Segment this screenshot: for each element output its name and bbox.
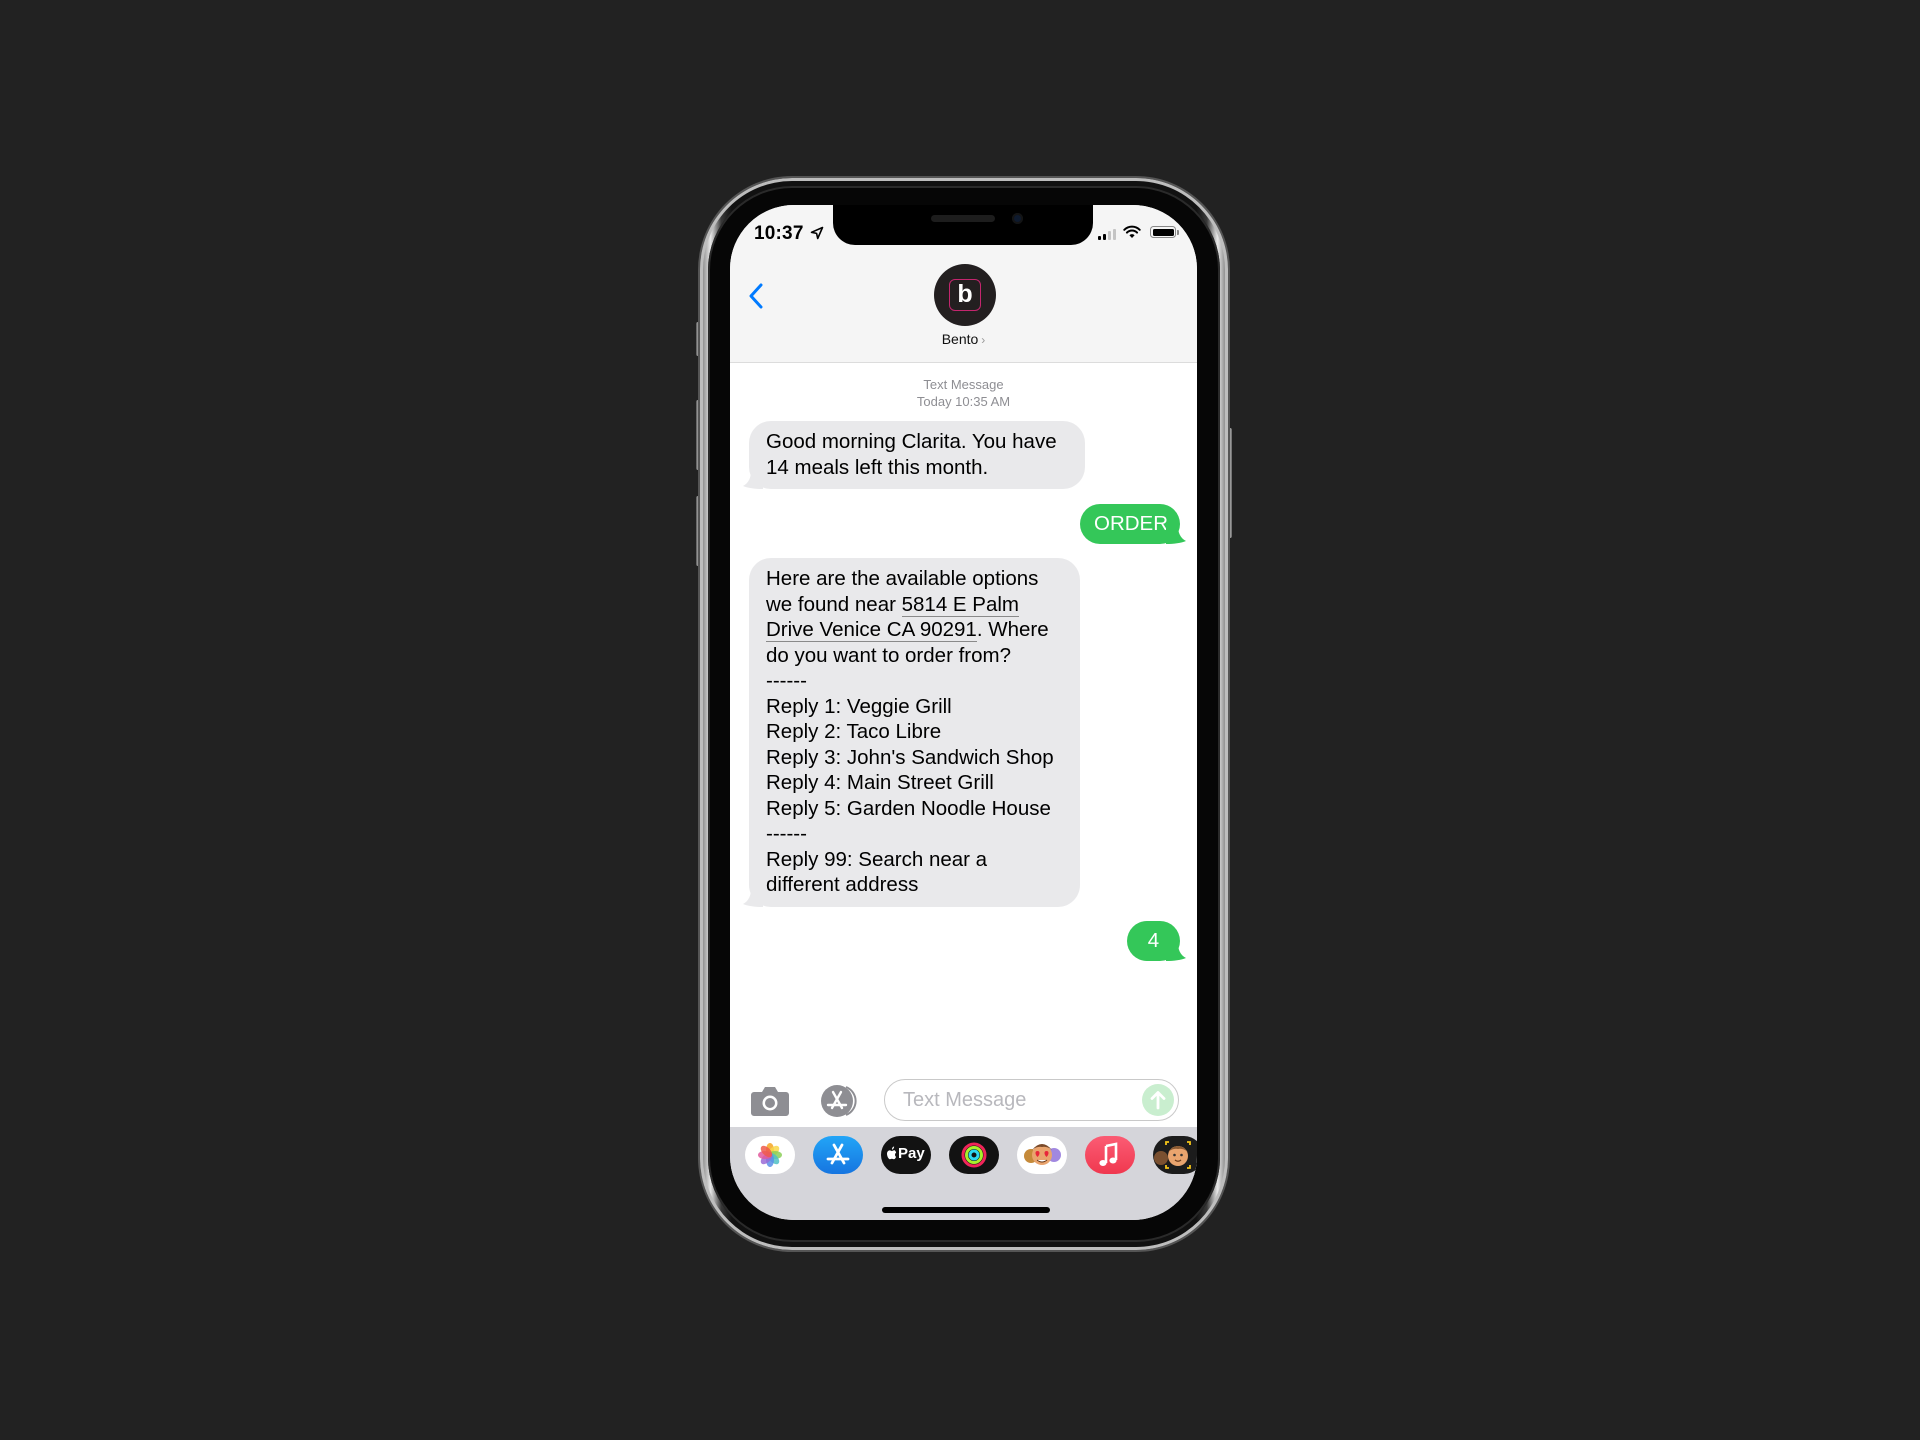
front-camera [1012,213,1023,224]
bubble-tail [743,888,763,907]
incoming-message-bubble[interactable]: Here are the available options we found … [743,558,1080,907]
outgoing-message-bubble[interactable]: ORDER [1080,504,1186,544]
message-line: Drive Venice CA 90291. Where [766,617,1064,643]
option-line: Reply 1: Veggie Grill [766,694,952,718]
send-button[interactable] [1142,1084,1174,1116]
back-chevron-icon[interactable] [746,281,768,311]
incoming-message-bubble[interactable]: Good morning Clarita. You have 14 meals … [743,421,1085,489]
tray-app-photos[interactable] [745,1136,795,1174]
battery-tip [1177,230,1179,235]
tray-app-music[interactable] [1085,1136,1135,1174]
battery-level [1152,228,1174,236]
text-message-input[interactable] [901,1080,1135,1121]
message-text: ORDER [1094,512,1169,535]
contact-name-button[interactable]: Bento › [730,331,1197,347]
message-timestamp: Today 10:35 AM [916,394,1011,409]
apple-pay-label: Pay [898,1145,925,1162]
message-text: we found near [766,592,902,616]
cellular-signal-icon [1098,229,1116,240]
avatar-logo-letter: b [957,280,973,308]
battery-icon [1150,226,1176,238]
bubble-tail [743,471,763,489]
status-time: 10:37 [754,223,804,244]
photos-icon [758,1143,782,1167]
tray-app-apple-pay[interactable]: Pay [881,1136,931,1174]
bubble-tail [1166,942,1186,961]
arrow-up-icon [1150,1091,1166,1110]
option-line: Reply 2: Taco Libre [766,720,942,743]
app-store-icon[interactable] [816,1084,864,1118]
camera-icon[interactable] [750,1085,790,1117]
message-line: Here are the available options [766,567,1039,590]
option-line: Reply 4: Main Street Grill [766,771,994,794]
activity-rings-icon [961,1142,987,1168]
divider-text: ------ [766,822,807,845]
speaker-grille [931,215,995,222]
message-line: 14 meals left this month. [766,455,989,479]
message-line: different address [766,873,919,896]
message-line: Good morning Clarita. You have [766,430,1057,453]
message-line: do you want to order from? [766,643,1011,667]
chevron-right-icon: › [981,333,986,347]
phone-screen: 10:37 b Bento › Text Message Today 10:35 … [730,205,1197,1220]
tray-app-app-store[interactable] [813,1136,863,1174]
bubble-tail [1166,525,1186,544]
message-text: . Where [976,618,1049,641]
notch [833,205,1093,245]
message-type-label: Text Message [923,377,1004,392]
location-arrow-icon [810,226,824,240]
app-store-icon [826,1143,850,1165]
option-line: Reply 5: Garden Noodle House [766,796,1051,820]
address-link[interactable]: 5814 E Palm [901,592,1019,617]
memoji-icon [1154,1141,1191,1169]
tray-app-memoji-stickers[interactable] [1017,1136,1067,1174]
message-composer [730,1065,1197,1127]
memoji-stickers-icon [1024,1144,1061,1165]
address-link[interactable]: Drive Venice CA 90291 [766,618,977,642]
text-message-field[interactable] [884,1079,1179,1121]
contact-name: Bento [941,331,979,347]
divider-text: ------ [766,669,807,692]
tray-app-activity[interactable] [949,1136,999,1174]
message-text: 4 [1147,929,1160,952]
music-note-icon [1099,1142,1118,1166]
option-line: Reply 3: John's Sandwich Shop [766,745,1054,769]
contact-avatar[interactable]: b [934,264,996,326]
outgoing-message-bubble[interactable]: 4 [1127,921,1186,961]
tray-app-memoji[interactable] [1153,1136,1197,1174]
message-line: Reply 99: Search near a [766,847,988,871]
message-line: we found near 5814 E Palm [766,592,1064,618]
wifi-icon [1123,225,1141,238]
home-indicator[interactable] [882,1207,1050,1213]
